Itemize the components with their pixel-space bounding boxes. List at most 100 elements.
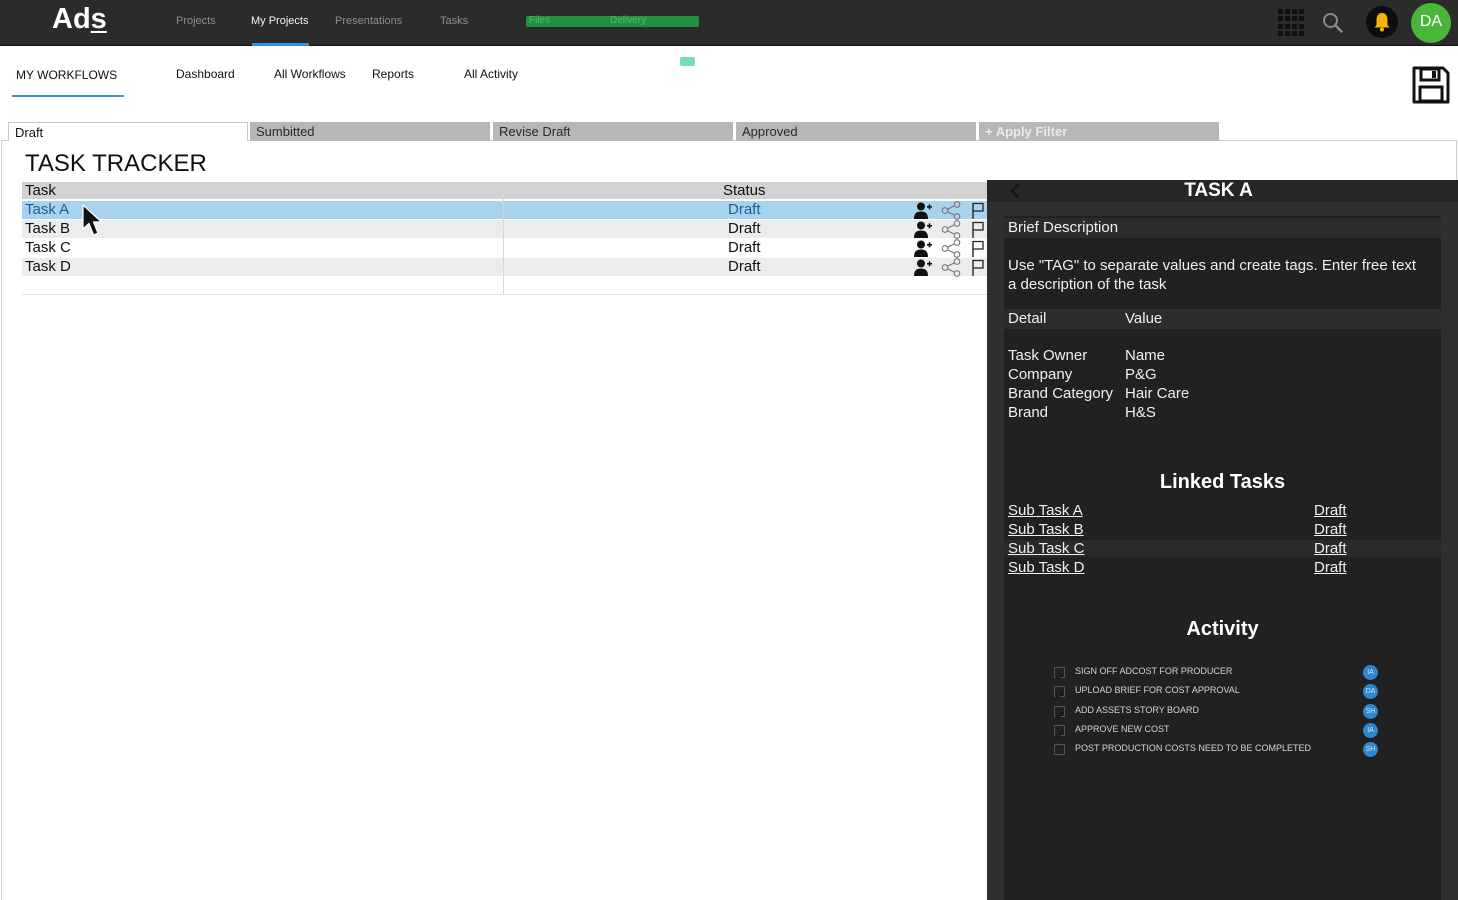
- column-header-task[interactable]: Task: [25, 182, 56, 199]
- detail-label: Task Owner: [1008, 347, 1088, 364]
- nav-tasks[interactable]: Tasks: [440, 15, 468, 27]
- subnav-reports[interactable]: Reports: [372, 67, 414, 81]
- detail-value: H&S: [1125, 404, 1156, 421]
- flag-icon[interactable]: [971, 202, 985, 219]
- table-row[interactable]: Task D Draft: [22, 258, 987, 277]
- linked-task-link[interactable]: Sub Task A: [1008, 502, 1083, 519]
- linked-task-status[interactable]: Draft: [1314, 521, 1347, 538]
- column-header-status[interactable]: Status: [723, 182, 766, 199]
- activity-assignee-avatar[interactable]: SH: [1363, 742, 1378, 757]
- tab-approved[interactable]: Approved: [736, 122, 976, 141]
- share-icon[interactable]: [941, 220, 963, 239]
- tab-revise-draft-label: Revise Draft: [499, 124, 571, 139]
- detail-header-bar: [1004, 309, 1441, 329]
- activity-label: APPROVE NEW COST: [1075, 724, 1170, 734]
- detail-value: Hair Care: [1125, 385, 1190, 402]
- activity-checkbox[interactable]: [1054, 686, 1065, 699]
- activity-assignee-avatar[interactable]: IA: [1363, 723, 1378, 738]
- activity-checkbox[interactable]: [1054, 667, 1065, 680]
- activity-label: ADD ASSETS STORY BOARD: [1075, 705, 1200, 715]
- brief-description: Use "TAG" to separate values and create …: [1008, 257, 1417, 293]
- logo-text-underlined: s: [90, 3, 107, 35]
- panel-body: Brief Description Use "TAG" to separate …: [1004, 216, 1441, 900]
- share-icon[interactable]: [941, 258, 963, 277]
- add-user-icon[interactable]: [913, 221, 932, 238]
- nav-my-projects[interactable]: My Projects: [251, 15, 308, 27]
- column-divider: [503, 182, 504, 294]
- share-icon[interactable]: [941, 201, 963, 220]
- pill-delivery-label[interactable]: Delivery: [610, 15, 646, 26]
- detail-value: Name: [1125, 347, 1166, 364]
- status-indicator: [680, 57, 695, 66]
- page-title: TASK TRACKER: [25, 150, 207, 177]
- tab-submitted[interactable]: Sumbitted: [250, 122, 490, 141]
- nav-projects[interactable]: Projects: [176, 15, 216, 27]
- activity-checkbox[interactable]: [1054, 725, 1065, 738]
- table-bottom-border: [22, 294, 987, 295]
- task-name: Task D: [25, 258, 71, 275]
- flag-icon[interactable]: [971, 259, 985, 276]
- task-name: Task A: [25, 201, 70, 218]
- mouse-cursor-icon: [82, 204, 103, 236]
- panel-title: TASK A: [1184, 180, 1253, 201]
- activity-label: SIGN OFF ADCOST FOR PRODUCER: [1075, 666, 1233, 676]
- table-header: Task Status: [22, 182, 987, 199]
- top-bar: Ads Projects My Projects Presentations T…: [0, 0, 1458, 46]
- linked-task-link[interactable]: Sub Task C: [1008, 540, 1084, 557]
- linked-task-link[interactable]: Sub Task D: [1008, 559, 1084, 576]
- task-name: Task C: [25, 239, 71, 256]
- bell-icon: [1374, 13, 1390, 32]
- flag-icon[interactable]: [971, 240, 985, 257]
- flag-icon[interactable]: [971, 221, 985, 238]
- panel-header: TASK A: [987, 180, 1458, 202]
- tab-revise-draft[interactable]: Revise Draft: [493, 122, 733, 141]
- activity-checkbox[interactable]: [1054, 706, 1065, 719]
- files-delivery-bar[interactable]: Files Delivery: [526, 15, 699, 27]
- detail-header: Detail: [1008, 310, 1047, 327]
- logo-text: Ad: [52, 3, 91, 35]
- linked-task-status[interactable]: Draft: [1314, 559, 1347, 576]
- save-icon[interactable]: [1412, 66, 1450, 104]
- apply-filter-tab[interactable]: + Apply Filter: [979, 122, 1219, 141]
- app-window: Ads Projects My Projects Presentations T…: [0, 0, 1458, 900]
- table-row[interactable]: Task A Draft: [22, 201, 987, 220]
- linked-task-status[interactable]: Draft: [1314, 502, 1347, 519]
- task-status: Draft: [728, 220, 761, 237]
- linked-tasks-title: Linked Tasks: [1159, 471, 1286, 493]
- linked-task-status[interactable]: Draft: [1314, 540, 1347, 557]
- notifications-button[interactable]: [1366, 6, 1398, 38]
- subnav-my-workflows[interactable]: MY WORKFLOWS: [16, 68, 117, 82]
- search-icon[interactable]: [1322, 12, 1343, 33]
- task-name: Task B: [25, 220, 71, 237]
- activity-assignee-avatar[interactable]: DA: [1363, 684, 1378, 699]
- table-row[interactable]: Task C Draft: [22, 239, 987, 258]
- activity-assignee-avatar[interactable]: SH: [1363, 704, 1378, 719]
- activity-assignee-avatar[interactable]: IA: [1363, 665, 1378, 680]
- subnav-all-activity[interactable]: All Activity: [464, 67, 518, 81]
- activity-label: UPLOAD BRIEF FOR COST APPROVAL: [1075, 685, 1240, 695]
- task-status: Draft: [728, 201, 761, 218]
- subnav-all-workflows[interactable]: All Workflows: [274, 67, 346, 81]
- app-logo[interactable]: Ads: [52, 3, 107, 36]
- add-user-icon[interactable]: [913, 240, 932, 257]
- nav-presentations[interactable]: Presentations: [335, 15, 402, 27]
- task-status: Draft: [728, 239, 761, 256]
- add-user-icon[interactable]: [913, 202, 932, 219]
- share-icon[interactable]: [941, 239, 963, 258]
- table-row[interactable]: Task B Draft: [22, 220, 987, 239]
- add-user-icon[interactable]: [913, 259, 932, 276]
- subnav-dashboard[interactable]: Dashboard: [176, 67, 235, 81]
- detail-value: P&G: [1125, 366, 1157, 383]
- pill-files-label[interactable]: Files: [529, 15, 550, 26]
- user-avatar[interactable]: DA: [1411, 3, 1451, 43]
- linked-task-link[interactable]: Sub Task B: [1008, 521, 1084, 538]
- apps-grid-icon[interactable]: [1278, 9, 1305, 36]
- brief-header: Brief Description: [1008, 219, 1119, 236]
- active-nav-indicator: [252, 43, 309, 46]
- workflow-tabs: Draft Sumbitted Revise Draft Approved + …: [0, 118, 1458, 142]
- apply-filter-label: + Apply Filter: [985, 124, 1068, 139]
- detail-label: Brand: [1008, 404, 1049, 421]
- tab-draft[interactable]: Draft: [8, 122, 248, 141]
- task-detail-panel: TASK A Brief Description Use "TAG" to se…: [987, 180, 1458, 900]
- activity-checkbox[interactable]: [1054, 744, 1065, 755]
